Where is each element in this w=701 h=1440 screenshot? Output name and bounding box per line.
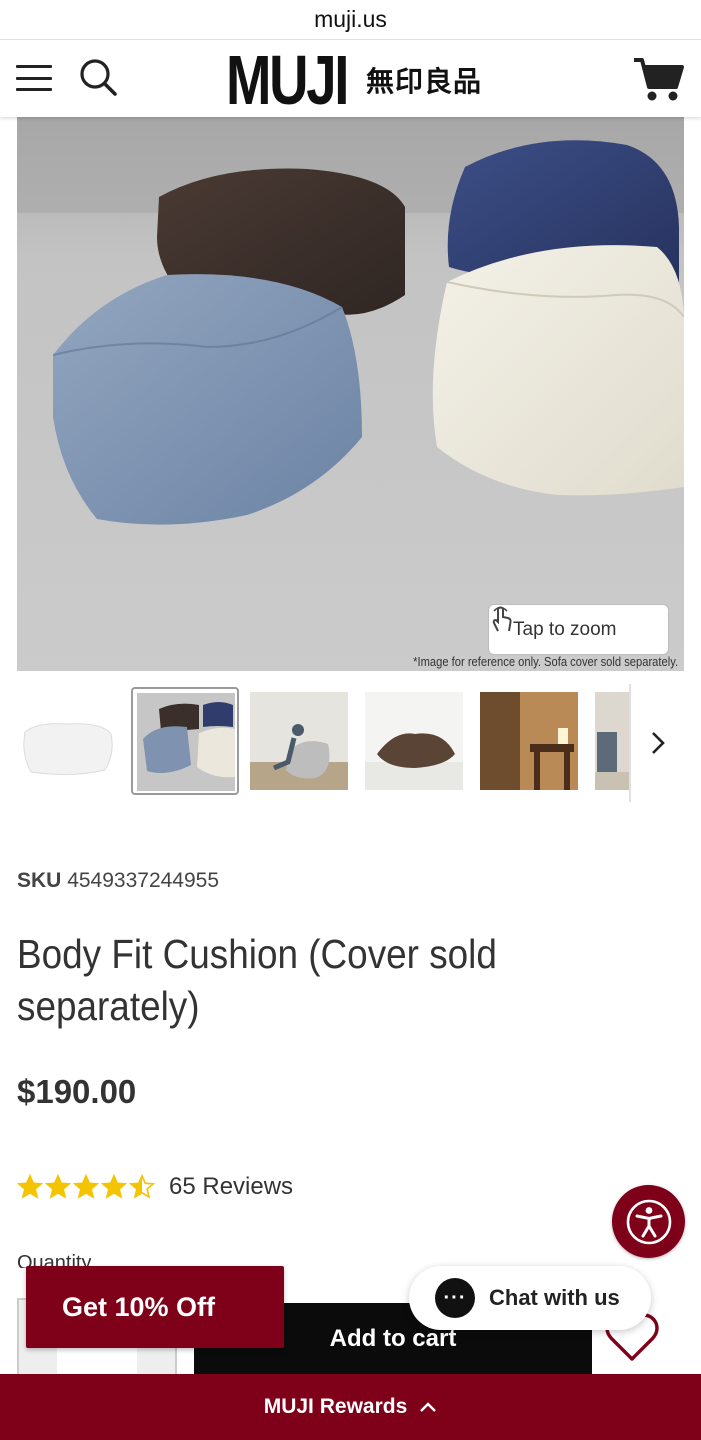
muji-rewards-bar[interactable]: MUJI Rewards: [0, 1374, 701, 1440]
get-10-off-button[interactable]: Get 10% Off: [26, 1266, 284, 1348]
hamburger-menu-icon[interactable]: [14, 61, 54, 95]
touch-hand-icon: [492, 606, 512, 632]
thumbnail-2-selected[interactable]: [131, 687, 239, 795]
star-icon: [73, 1174, 99, 1199]
chat-bubble-icon: ···: [435, 1278, 475, 1318]
star-icon: [45, 1174, 71, 1199]
sku-label: SKU: [17, 869, 62, 892]
chevron-up-icon: [420, 1402, 437, 1412]
rewards-label: MUJI Rewards: [263, 1395, 408, 1418]
tap-to-zoom-button[interactable]: Tap to zoom: [488, 604, 669, 655]
chat-with-us-button[interactable]: ··· Chat with us: [409, 1266, 651, 1330]
site-header: MUJI 無印良品: [0, 41, 701, 117]
chat-label: Chat with us: [489, 1285, 620, 1310]
reviews-link[interactable]: 65 Reviews: [169, 1173, 293, 1201]
logo-kanji: 無印良品: [366, 65, 483, 98]
chevron-right-icon: [651, 732, 665, 754]
hero-caption: *Image for reference only. Sofa cover so…: [413, 654, 678, 669]
star-icon: [129, 1174, 155, 1199]
thumbnail-1[interactable]: [17, 692, 115, 790]
star-icon: [101, 1174, 127, 1199]
thumbnail-4[interactable]: [365, 692, 463, 790]
hero-photo: [17, 117, 684, 671]
muji-logo[interactable]: MUJI 無印良品: [226, 45, 482, 115]
product-title: Body Fit Cushion (Cover sold separately): [17, 931, 497, 1029]
product-sku: SKU 4549337244955: [17, 869, 219, 893]
product-hero-image[interactable]: Tap to zoom *Image for reference only. S…: [17, 117, 684, 671]
thumbnail-carousel: [17, 684, 684, 802]
sku-value: 4549337244955: [67, 869, 220, 892]
cart-icon[interactable]: [632, 55, 684, 103]
product-rating[interactable]: 65 Reviews: [17, 1170, 293, 1204]
star-icon: [17, 1174, 43, 1199]
browser-url-bar[interactable]: muji.us: [0, 0, 701, 40]
accessibility-button[interactable]: [612, 1185, 685, 1258]
url-text: muji.us: [314, 6, 387, 32]
product-price: $190.00: [17, 1073, 137, 1110]
accessibility-icon: [626, 1199, 671, 1244]
search-icon[interactable]: [78, 57, 118, 97]
tap-to-zoom-label: Tap to zoom: [513, 618, 617, 640]
rating-stars: [17, 1174, 157, 1200]
thumbnail-3[interactable]: [250, 692, 348, 790]
logo-latin: MUJI: [226, 41, 349, 119]
thumbnail-6[interactable]: [595, 692, 629, 790]
thumbnail-5[interactable]: [480, 692, 578, 790]
thumbnail-next-button[interactable]: [629, 684, 684, 802]
